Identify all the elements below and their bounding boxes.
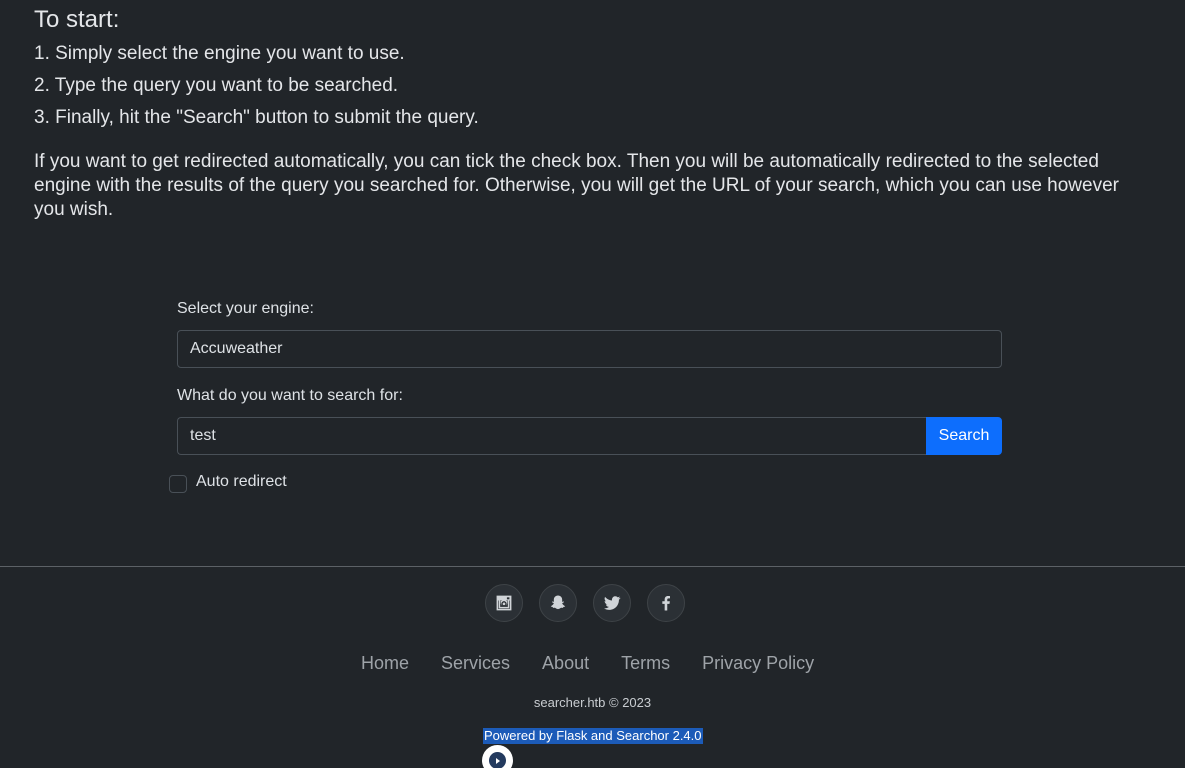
step-3: 3. Finally, hit the "Search" button to s… — [34, 107, 479, 128]
footer-link-terms[interactable]: Terms — [605, 651, 686, 675]
copyright: searcher.htb © 2023 — [533, 695, 652, 710]
step-2: 2. Type the query you want to be searche… — [34, 75, 399, 96]
facebook-icon[interactable] — [647, 584, 685, 622]
search-form: Select your engine: Accuweather What do … — [177, 298, 1002, 455]
instagram-icon[interactable] — [485, 584, 523, 622]
auto-redirect-checkbox[interactable] — [169, 475, 187, 493]
engine-select[interactable]: Accuweather — [177, 330, 1002, 368]
redirect-note: If you want to get redirected automatica… — [34, 151, 1119, 220]
powered-by: Powered by Flask and Searchor 2.4.0 — [483, 728, 703, 744]
auto-redirect-label[interactable]: Auto redirect — [196, 473, 287, 491]
query-input[interactable] — [177, 417, 926, 455]
page: To start: 1. Simply select the engine yo… — [0, 0, 1185, 768]
footer-nav: Home Services About Terms Privacy Policy — [345, 651, 830, 675]
engine-select-value: Accuweather — [190, 340, 283, 357]
instructions-title: To start: — [34, 6, 120, 33]
footer-link-home[interactable]: Home — [345, 651, 425, 675]
logo-inner — [489, 752, 506, 768]
social-links — [485, 584, 685, 622]
footer-divider — [0, 566, 1185, 567]
footer-link-services[interactable]: Services — [425, 651, 526, 675]
query-input-group: Search — [177, 417, 1002, 455]
footer-link-privacy-policy[interactable]: Privacy Policy — [686, 651, 830, 675]
extension-logo-icon[interactable] — [482, 745, 513, 768]
twitter-icon[interactable] — [593, 584, 631, 622]
search-button[interactable]: Search — [926, 417, 1002, 455]
auto-redirect-row: Auto redirect — [169, 473, 287, 493]
engine-label: Select your engine: — [177, 300, 314, 317]
snapchat-icon[interactable] — [539, 584, 577, 622]
steps-list: 1. Simply select the engine you want to … — [34, 38, 1154, 134]
instructions: To start: 1. Simply select the engine yo… — [34, 6, 1154, 241]
step-1: 1. Simply select the engine you want to … — [34, 43, 405, 64]
query-label: What do you want to search for: — [177, 387, 403, 404]
footer-link-about[interactable]: About — [526, 651, 605, 675]
